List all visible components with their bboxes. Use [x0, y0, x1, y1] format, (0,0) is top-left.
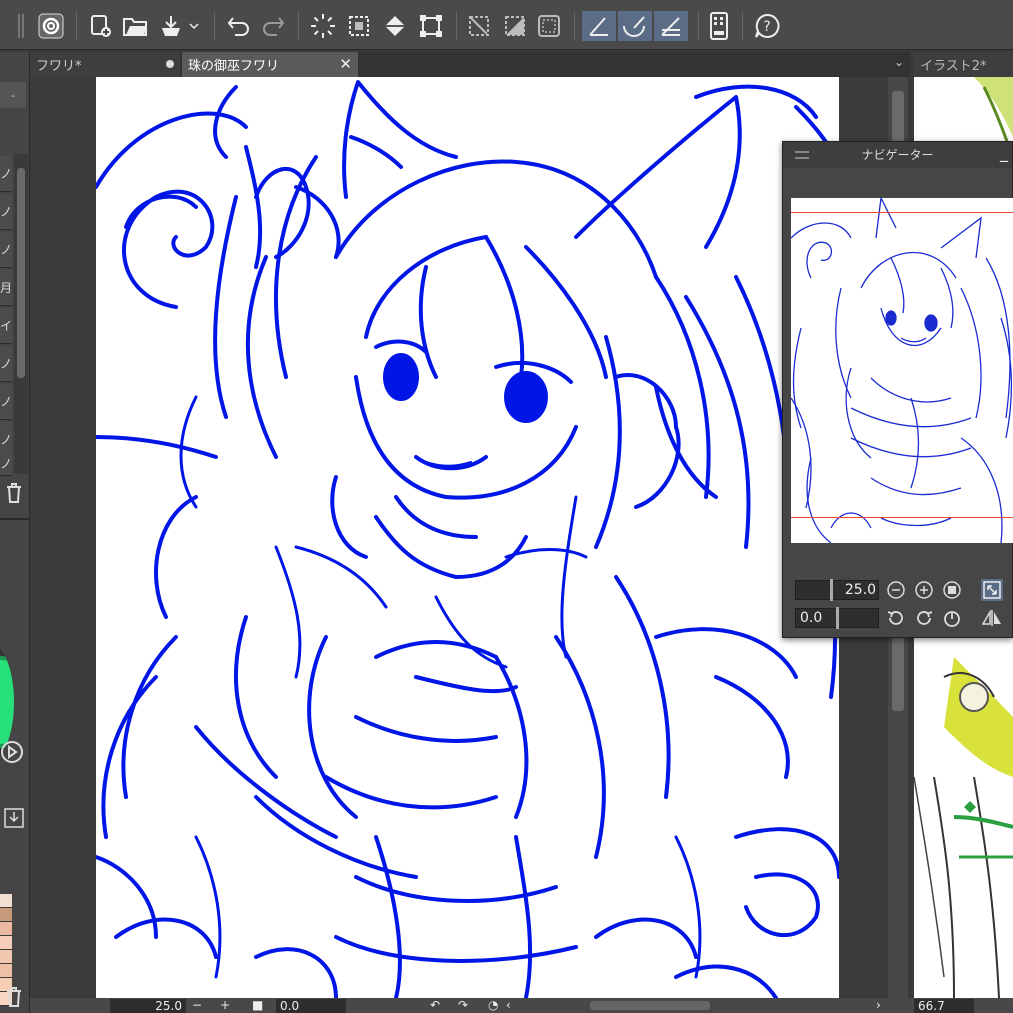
loading-icon[interactable] [308, 11, 338, 41]
navigator-panel: ナビゲーター _ 25.0 0.0 [782, 141, 1013, 638]
reset-rotation-icon[interactable] [941, 607, 963, 629]
app-logo-icon[interactable] [36, 11, 66, 41]
subview-zoom-field[interactable]: 66.7 [914, 999, 974, 1013]
navigator-zoom-field[interactable]: 25.0 [795, 579, 879, 601]
svg-text:?: ? [763, 19, 770, 35]
grid-snap-icon[interactable] [654, 11, 688, 41]
rotate-left-icon[interactable]: ↶ [430, 998, 440, 1012]
navigator-view-frame[interactable] [791, 212, 1013, 518]
zoom-out-icon[interactable] [885, 579, 907, 601]
scroll-left-icon[interactable]: ‹ [506, 998, 511, 1012]
navigator-preview[interactable] [791, 198, 1013, 543]
selection-dotted-icon[interactable] [344, 11, 374, 41]
selection-border-icon[interactable] [534, 11, 564, 41]
fit-view-icon[interactable]: ■ [252, 998, 263, 1012]
layer-row[interactable]: ノ [0, 156, 12, 192]
canvas-area[interactable] [30, 77, 910, 998]
close-icon[interactable]: ✕ [339, 55, 352, 73]
layer-row[interactable]: ノ [0, 194, 12, 230]
open-folder-icon[interactable] [120, 11, 150, 41]
layer-row[interactable]: ノ [0, 232, 12, 268]
layer-row[interactable]: ノ [0, 452, 12, 476]
import-icon[interactable] [4, 808, 24, 832]
minimize-icon[interactable]: _ [1000, 140, 1008, 166]
canvas-status-bar: 25.0 − + ■ 0.0 ↶ ↷ ◔ ‹ › 66.7 [30, 998, 1013, 1013]
zoom-value: 25.0 [155, 999, 182, 1013]
rotate-value: 0.0 [280, 999, 300, 1013]
scroll-right-icon[interactable]: › [876, 998, 881, 1012]
tab-fuwari[interactable]: フワリ* [30, 52, 180, 77]
rotate-field[interactable]: 0.0 [276, 999, 346, 1013]
navigator-controls: 25.0 0.0 [791, 576, 1013, 636]
navigator-zoom-value: 25.0 [844, 582, 876, 598]
toolbar-grip[interactable] [18, 14, 24, 38]
zoom-in-icon[interactable] [913, 579, 935, 601]
undo-icon[interactable] [224, 11, 254, 41]
zoom-out-icon[interactable]: − [192, 998, 202, 1012]
tab-illust2[interactable]: イラスト2* [914, 52, 1013, 77]
tab-label: 珠の御巫フワリ [188, 59, 280, 74]
layer-row[interactable]: イ [0, 308, 12, 344]
redo-icon[interactable] [258, 11, 288, 41]
tab-tama-no-mikanagi-fuwari[interactable]: 珠の御巫フワリ ✕ [182, 52, 358, 77]
rotate-left-icon[interactable] [885, 607, 907, 629]
navigator-rotate-field[interactable]: 0.0 [795, 607, 879, 629]
tab-label: イラスト2* [920, 59, 987, 74]
layer-row[interactable]: ノ [0, 384, 12, 420]
chevron-down-icon[interactable]: ⌄ [894, 55, 904, 69]
rotate-right-icon[interactable]: ↷ [458, 998, 468, 1012]
trash-icon[interactable] [4, 986, 24, 1012]
fit-to-navigator-icon[interactable] [981, 579, 1003, 601]
navigator-title-bar[interactable]: ナビゲーター _ [783, 142, 1012, 168]
transform-icon[interactable] [416, 11, 446, 41]
layer-row[interactable]: 月 [0, 270, 12, 306]
reset-rotation-icon[interactable]: ◔ [488, 998, 498, 1012]
subview-zoom-value: 66.7 [918, 999, 945, 1013]
invert-selection-icon[interactable] [500, 11, 530, 41]
unsaved-dot-icon [166, 60, 174, 68]
flip-horizontal-icon[interactable] [981, 607, 1003, 629]
left-panel: - ノ ノ ノ 月 イ ノ ノ ノ ノ [0, 52, 30, 1013]
panel-grip-icon[interactable] [795, 151, 809, 159]
sub-tool-collapse[interactable]: - [0, 82, 26, 108]
layer-scrollbar[interactable] [14, 154, 28, 474]
zoom-field[interactable]: 25.0 [110, 999, 186, 1013]
navigator-rotate-value: 0.0 [800, 610, 823, 626]
new-file-icon[interactable] [86, 11, 116, 41]
deselect-icon[interactable] [464, 11, 494, 41]
canvas-tab-bar: フワリ* 珠の御巫フワリ ✕ ⌄ [30, 52, 910, 77]
main-toolbar: ? [0, 0, 1013, 50]
tab-label: フワリ* [36, 59, 82, 74]
help-icon[interactable]: ? [752, 11, 782, 41]
special-ruler-snap-icon[interactable] [618, 11, 652, 41]
lineart-sketch [96, 80, 839, 998]
chevron-down-icon[interactable] [186, 11, 202, 41]
ruler-snap-icon[interactable] [582, 11, 616, 41]
play-icon[interactable] [0, 740, 24, 768]
canvas-paper[interactable] [96, 77, 839, 998]
tablet-icon[interactable] [704, 11, 734, 41]
layer-row[interactable]: ノ [0, 346, 12, 382]
zoom-in-icon[interactable]: + [220, 998, 230, 1012]
export-icon[interactable] [156, 11, 186, 41]
trash-icon[interactable] [4, 482, 24, 508]
fill-icon[interactable] [380, 11, 410, 41]
rotate-right-icon[interactable] [913, 607, 935, 629]
horizontal-scrollbar-thumb[interactable] [590, 1001, 710, 1010]
fit-view-icon[interactable] [941, 579, 963, 601]
navigator-title: ナビゲーター [861, 148, 934, 162]
